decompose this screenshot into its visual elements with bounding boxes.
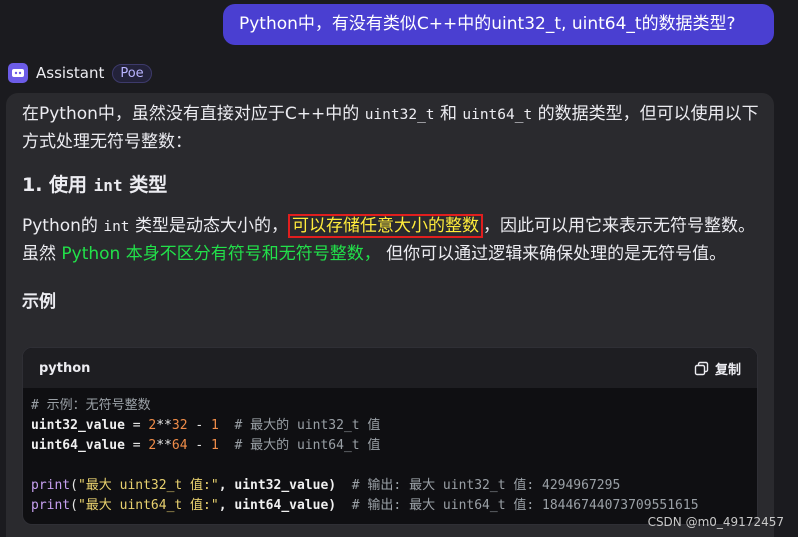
intro-code-uint64: uint64_t xyxy=(462,107,533,123)
poe-badge[interactable]: Poe xyxy=(112,63,152,83)
code-line: print("最大 uint64_t 值:", uint64_value) # … xyxy=(31,496,749,516)
int-description-paragraph: Python的 int 类型是动态大小的， 可以存储任意大小的整数 ，因此可以用它来… xyxy=(22,213,762,268)
p2-text-b: 类型是动态大小的， xyxy=(129,216,288,236)
code-number: 1 xyxy=(211,418,219,433)
code-number: 1 xyxy=(211,438,219,453)
section-heading-prefix: 1. 使用 xyxy=(22,174,94,196)
intro-text-a: 在Python中，虽然没有直接对应于C++中的 xyxy=(22,104,365,124)
code-args: , uint32_value) xyxy=(218,478,337,493)
section-heading-int: 1. 使用 int 类型 xyxy=(22,172,762,199)
code-operator: ** xyxy=(156,438,172,453)
code-language-label: python xyxy=(39,360,91,376)
code-variable: uint64_value xyxy=(31,438,125,453)
assistant-header: Assistant Poe xyxy=(8,61,152,85)
code-number: 64 xyxy=(171,438,188,453)
answer-content: 在Python中，虽然没有直接对应于C++中的 uint32_t 和 uint6… xyxy=(22,101,762,314)
p2-text-a: Python的 xyxy=(22,216,104,236)
user-message-bubble: Python中，有没有类似C++中的uint32_t, uint64_t的数据类… xyxy=(223,4,774,45)
intro-code-uint32: uint32_t xyxy=(364,107,435,123)
green-highlight: Python 本身不区分有符号和无符号整数， xyxy=(61,244,381,264)
code-function: print xyxy=(31,478,71,493)
red-box-highlight: 可以存储任意大小的整数 xyxy=(287,214,483,238)
code-paren: ( xyxy=(70,478,78,493)
code-comment: # 输出: 最大 uint64_t 值: 1844674407370955161… xyxy=(336,498,699,513)
assistant-avatar-icon xyxy=(8,63,28,83)
code-line: # 示例：无符号整数 xyxy=(31,396,749,416)
section-heading-suffix: 类型 xyxy=(122,174,168,196)
code-comment: # 示例：无符号整数 xyxy=(31,398,151,413)
code-operator: ** xyxy=(156,418,172,433)
assistant-answer-card: 在Python中，虽然没有直接对应于C++中的 uint32_t 和 uint6… xyxy=(6,93,774,537)
code-block: python 复制 # 示例：无符号整数 uint32_value = 2**32… xyxy=(22,347,758,525)
code-variable: uint32_value xyxy=(31,418,125,433)
code-args: , uint64_value) xyxy=(218,498,337,513)
code-comment: # 输出: 最大 uint32_t 值: 4294967295 xyxy=(336,478,621,493)
assistant-name: Assistant xyxy=(36,64,105,82)
p2-code-int: int xyxy=(103,219,130,235)
code-function: print xyxy=(31,498,71,513)
code-string: "最大 uint64_t 值:" xyxy=(77,498,219,513)
copy-button[interactable]: 复制 xyxy=(694,359,741,378)
copy-icon xyxy=(694,361,709,375)
code-line: uint64_value = 2**64 - 1 # 最大的 uint64_t … xyxy=(31,436,749,456)
p2-text-d: 但你可以通过逻辑来确保处理的是无符号值。 xyxy=(380,244,727,264)
code-comment: # 最大的 uint64_t 值 xyxy=(218,438,381,453)
csdn-watermark: CSDN @m0_49172457 xyxy=(647,515,784,529)
code-operator: - xyxy=(187,438,212,453)
section-heading-code: int xyxy=(93,176,123,195)
intro-paragraph: 在Python中，虽然没有直接对应于C++中的 uint32_t 和 uint6… xyxy=(22,101,762,156)
code-line: uint32_value = 2**32 - 1 # 最大的 uint32_t … xyxy=(31,416,749,436)
copy-label: 复制 xyxy=(714,362,741,378)
code-paren: ( xyxy=(70,498,78,513)
user-message-text: Python中，有没有类似C++中的uint32_t, uint64_t的数据类… xyxy=(239,14,736,34)
code-operator: - xyxy=(187,418,212,433)
code-number: 32 xyxy=(171,418,188,433)
intro-text-b: 和 xyxy=(434,104,463,124)
code-operator: = xyxy=(124,438,149,453)
code-line: print("最大 uint32_t 值:", uint32_value) # … xyxy=(31,476,749,496)
code-string: "最大 uint32_t 值:" xyxy=(77,478,219,493)
example-heading: 示例 xyxy=(22,292,56,312)
code-comment: # 最大的 uint32_t 值 xyxy=(218,418,381,433)
code-operator: = xyxy=(124,418,149,433)
code-body: # 示例：无符号整数 uint32_value = 2**32 - 1 # 最大的… xyxy=(23,388,757,516)
code-block-header: python 复制 xyxy=(23,348,757,388)
